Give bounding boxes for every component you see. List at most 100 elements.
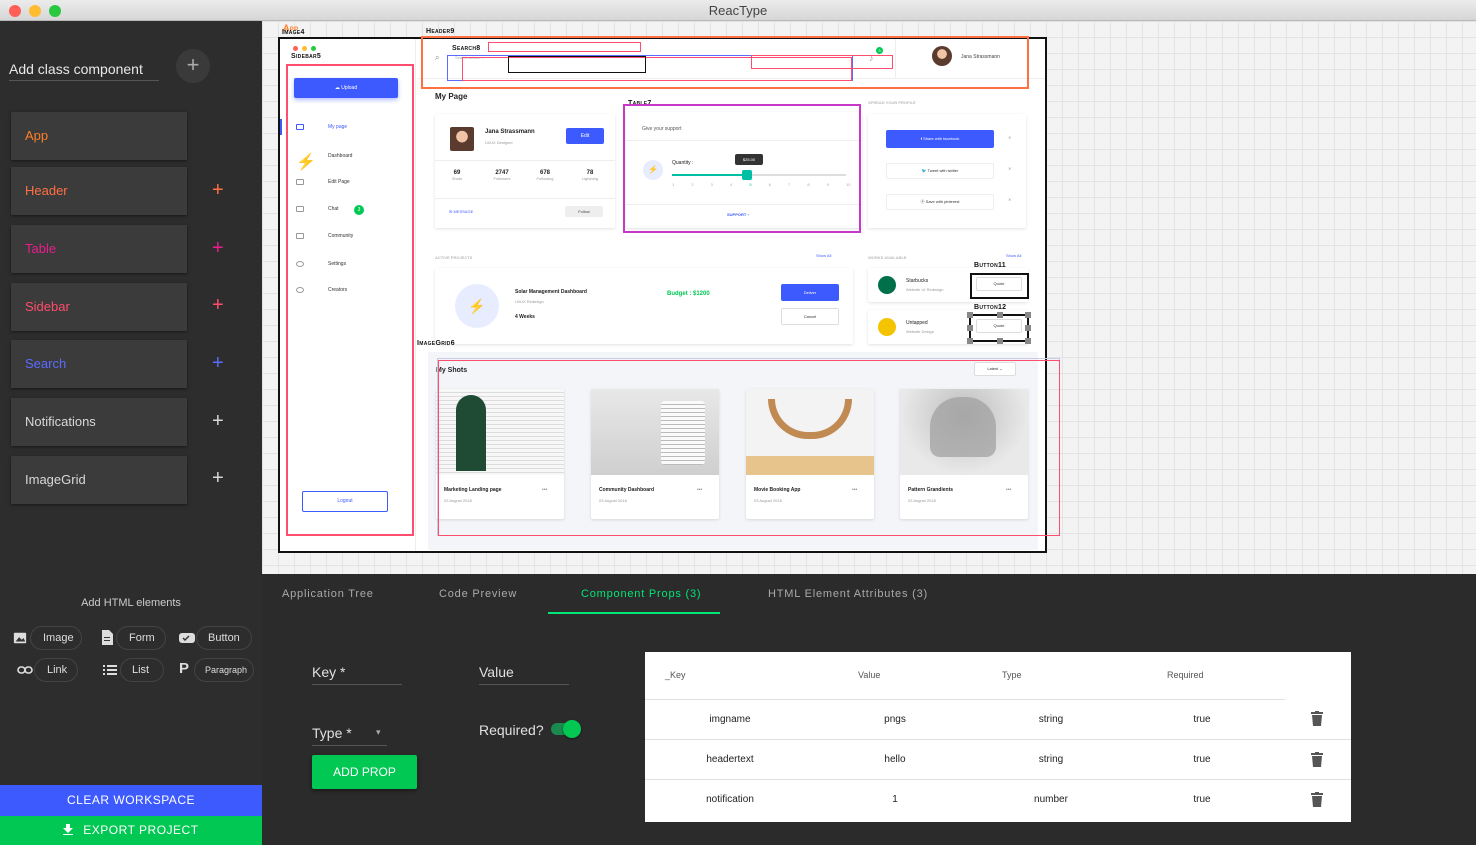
minimize-window-button[interactable] xyxy=(29,5,41,17)
more-icon[interactable]: ••• xyxy=(542,487,547,493)
component-sidebar[interactable]: Sidebar xyxy=(11,283,187,331)
trash-icon[interactable] xyxy=(1311,792,1323,807)
add-prop-button[interactable]: ADD PROP xyxy=(312,755,417,789)
shot-date: 03 August 2018 xyxy=(444,498,472,503)
follow-button[interactable]: Follow xyxy=(565,206,603,217)
component-label: Notifications xyxy=(25,414,96,429)
quote-button[interactable]: Quote xyxy=(976,319,1022,333)
mockup-nav-settings[interactable]: Settings xyxy=(328,261,346,267)
close-window-button[interactable] xyxy=(9,5,21,17)
component-label: ImageGrid xyxy=(25,472,86,487)
chat-icon xyxy=(296,206,304,212)
table-row: headertext hello string true xyxy=(645,739,1351,779)
component-app[interactable]: App xyxy=(11,112,187,160)
value-input[interactable]: Value xyxy=(479,664,569,685)
message-label: MESSAGE xyxy=(453,209,474,214)
clear-workspace-button[interactable]: CLEAR WORKSPACE xyxy=(0,785,262,816)
bell-icon[interactable]: ♪ xyxy=(869,53,874,63)
more-icon[interactable]: ••• xyxy=(852,487,857,493)
component-imagegrid[interactable]: ImageGrid xyxy=(11,456,187,504)
component-notifications[interactable]: Notifications xyxy=(11,398,187,446)
tab-code-preview[interactable]: Code Preview xyxy=(439,588,517,600)
tab-component-props[interactable]: Component Props (3) xyxy=(581,588,701,600)
mockup-search-input[interactable]: Search artists ... xyxy=(455,55,484,60)
link-icon xyxy=(17,666,33,674)
mockup-nav-chat[interactable]: Chat xyxy=(328,206,339,212)
add-header-child-icon[interactable]: + xyxy=(212,180,224,200)
add-sidebar-child-icon[interactable]: + xyxy=(212,295,224,315)
cell-required: true xyxy=(1193,714,1211,725)
close-icon[interactable]: ✕ xyxy=(1008,197,1011,202)
slider-tick-label: 5 xyxy=(749,182,752,187)
door-shape xyxy=(456,395,486,471)
quantity-label: Quantity : xyxy=(672,160,694,166)
add-class-input[interactable]: Add class component xyxy=(9,61,159,81)
export-project-button[interactable]: EXPORT PROJECT xyxy=(0,816,262,845)
shot-card[interactable]: Pattern Grandients 03 August 2018 ••• xyxy=(900,389,1028,519)
works-show-all-link[interactable]: Show All xyxy=(1006,253,1021,258)
type-select[interactable]: Type * ▾ xyxy=(312,725,387,746)
shot-card[interactable]: Community Dashboard 03 August 2018 ••• xyxy=(591,389,719,519)
zoom-window-button[interactable] xyxy=(49,5,61,17)
profile-edit-button[interactable]: Edit xyxy=(566,128,604,144)
stat-following: 678 Following xyxy=(531,170,559,181)
add-notifications-child-icon[interactable]: + xyxy=(212,411,224,431)
shot-date: 03 August 2018 xyxy=(908,498,936,503)
avatar[interactable] xyxy=(932,46,952,66)
support-link[interactable]: SUPPORT › xyxy=(727,212,749,217)
shot-card[interactable]: Marketing Landing page 03 August 2018 ••… xyxy=(436,389,564,519)
close-icon[interactable]: ✕ xyxy=(1008,166,1011,171)
tab-application-tree[interactable]: Application Tree xyxy=(282,588,374,600)
shot-card[interactable]: Movie Booking App 03 August 2018 ••• xyxy=(746,389,874,519)
trash-icon[interactable] xyxy=(1311,752,1323,767)
html-paragraph-button[interactable]: P Paragraph xyxy=(179,658,254,682)
quantity-slider-thumb[interactable] xyxy=(742,170,752,180)
mockup-nav-edit-page[interactable]: Edit Page xyxy=(328,179,350,185)
html-form-button[interactable]: Form xyxy=(102,626,166,650)
mockup-nav-community[interactable]: Community xyxy=(328,233,353,239)
active-show-all-link[interactable]: Show All xyxy=(816,253,831,258)
mockup-nav-my-page[interactable]: My page xyxy=(328,124,347,130)
html-link-button[interactable]: Link xyxy=(17,658,78,682)
tab-html-element-attributes[interactable]: HTML Element Attributes (3) xyxy=(768,588,928,600)
table-row: imgname pngs string true xyxy=(645,699,1285,739)
html-button-button[interactable]: Button xyxy=(179,626,252,650)
more-icon[interactable]: ••• xyxy=(697,487,702,493)
props-table: _Key Value Type Required imgname pngs st… xyxy=(645,652,1351,822)
workspace-canvas[interactable]: App Image4 Header9 Sidebar5 ☁ Upload My … xyxy=(262,21,1476,574)
mockup-logout-button[interactable]: Logout xyxy=(302,491,388,512)
save-pinterest-button[interactable]: ⓟ Save with pinterest xyxy=(886,194,994,210)
close-icon[interactable]: ✕ xyxy=(1008,135,1011,140)
cancel-project-button[interactable]: Cancel xyxy=(781,308,839,325)
more-icon[interactable]: ••• xyxy=(1006,487,1011,493)
mockup-nav-creators[interactable]: Creators xyxy=(328,287,347,293)
add-class-button[interactable]: + xyxy=(176,49,210,83)
latest-filter-select[interactable]: Latest ⌄ xyxy=(974,362,1016,376)
html-image-button[interactable]: Image xyxy=(13,626,82,650)
required-toggle[interactable] xyxy=(551,720,581,738)
add-imagegrid-child-icon[interactable]: + xyxy=(212,468,224,488)
header-user-name: Jana Strassmann xyxy=(961,54,1000,60)
component-table[interactable]: Table xyxy=(11,225,187,273)
key-input[interactable]: Key * xyxy=(312,664,402,685)
profile-name: Jana Strassmann xyxy=(485,129,535,135)
mockup-nav-dashboard[interactable]: Dashboard xyxy=(328,153,352,159)
slider-tick-label: 4 xyxy=(730,182,733,187)
app-mockup-frame[interactable]: Sidebar5 ☁ Upload My page ⚡ Dashboard Ed… xyxy=(278,37,1047,553)
add-search-child-icon[interactable]: + xyxy=(212,353,224,373)
user-icon xyxy=(296,287,304,293)
quote-button[interactable]: Quote xyxy=(976,277,1022,291)
html-list-button[interactable]: List xyxy=(103,658,164,682)
component-search[interactable]: Search xyxy=(11,340,187,388)
shot-name: Movie Booking App xyxy=(754,487,801,493)
trash-icon[interactable] xyxy=(1311,711,1323,726)
mockup-upload-button[interactable]: ☁ Upload xyxy=(294,78,398,98)
component-header[interactable]: Header xyxy=(11,167,187,215)
tweet-twitter-button[interactable]: 🐦 Tweet with twitter xyxy=(886,163,994,179)
image-icon xyxy=(13,632,27,644)
slider-tick-label: 1 xyxy=(672,182,675,187)
deliver-button[interactable]: Deliver xyxy=(781,284,839,301)
share-facebook-button[interactable]: f Share with facebook xyxy=(886,130,994,148)
add-table-child-icon[interactable]: + xyxy=(212,238,224,258)
message-link[interactable]: ✉ MESSAGE xyxy=(449,209,473,214)
